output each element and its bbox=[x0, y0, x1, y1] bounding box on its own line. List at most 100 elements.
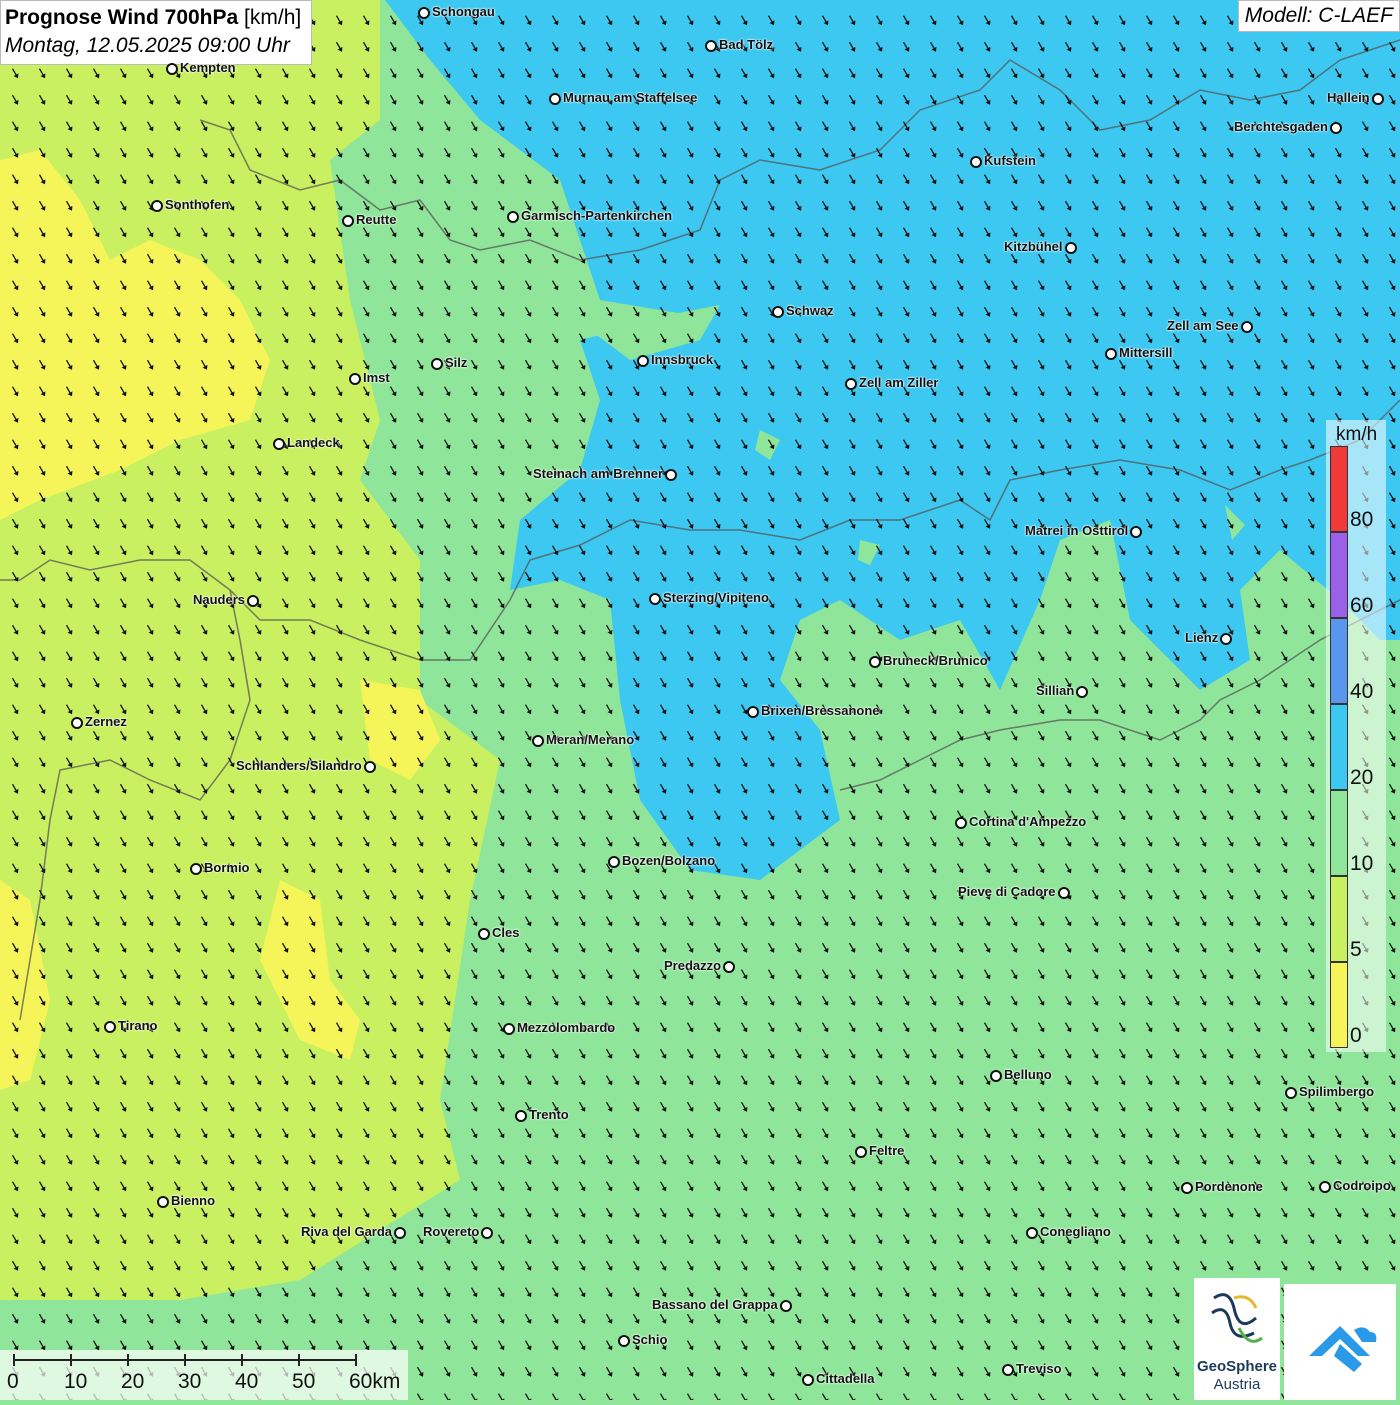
city-label: Imst bbox=[363, 370, 390, 385]
scale-bar: 0102030405060km bbox=[0, 1350, 408, 1400]
city-marker bbox=[970, 156, 982, 168]
city-marker bbox=[855, 1146, 867, 1158]
city-marker bbox=[515, 1110, 527, 1122]
city-marker bbox=[869, 656, 881, 668]
city-label: Bormio bbox=[204, 860, 250, 875]
city-label: Spilimbergo bbox=[1299, 1084, 1374, 1099]
legend-swatch bbox=[1330, 962, 1348, 1048]
city-marker bbox=[364, 761, 376, 773]
city-label: Kitzbühel bbox=[1004, 239, 1063, 254]
color-legend: km/h 0 5 10 20 40 60 80 bbox=[1326, 420, 1386, 1052]
legend-tick-label: 20 bbox=[1350, 766, 1373, 790]
city-label: Mittersill bbox=[1119, 345, 1172, 360]
city-marker bbox=[1319, 1181, 1331, 1193]
city-label: Meran/Merano bbox=[546, 732, 634, 747]
city-label: Codroipo bbox=[1333, 1178, 1391, 1193]
city-marker bbox=[71, 717, 83, 729]
map-title: Prognose Wind 700hPa [km/h] bbox=[5, 4, 301, 32]
map-subtitle: Montag, 12.05.2025 09:00 Uhr bbox=[5, 32, 301, 60]
city-marker bbox=[1065, 242, 1077, 254]
city-label: Sonthofen bbox=[165, 197, 229, 212]
city-label: Bassano del Grappa bbox=[652, 1297, 778, 1312]
legend-swatch bbox=[1330, 876, 1348, 962]
city-marker bbox=[349, 373, 361, 385]
city-marker bbox=[1372, 93, 1384, 105]
scale-label: 50 bbox=[292, 1370, 315, 1394]
legend-tick-label: 60 bbox=[1350, 594, 1373, 618]
legend-swatch bbox=[1330, 704, 1348, 790]
city-label: Mezzolombardo bbox=[517, 1020, 615, 1035]
scale-label: 40 bbox=[235, 1370, 258, 1394]
city-label: Pieve di Cadore bbox=[958, 884, 1056, 899]
city-label: Nauders bbox=[193, 592, 245, 607]
geosphere-name: GeoSphere bbox=[1194, 1358, 1280, 1375]
city-label: Sillian bbox=[1036, 683, 1074, 698]
city-label: Landeck bbox=[287, 435, 340, 450]
city-marker bbox=[190, 863, 202, 875]
city-label: Zernez bbox=[85, 714, 127, 729]
legend-swatch bbox=[1330, 532, 1348, 618]
city-label: Belluno bbox=[1004, 1067, 1052, 1082]
city-marker bbox=[955, 817, 967, 829]
city-marker bbox=[503, 1023, 515, 1035]
city-label: Schwaz bbox=[786, 303, 834, 318]
city-marker bbox=[1026, 1227, 1038, 1239]
legend-tick-label: 0 bbox=[1350, 1024, 1362, 1048]
city-label: Matrei in Osttirol bbox=[1025, 523, 1128, 538]
city-marker bbox=[478, 928, 490, 940]
city-label: Kufstein bbox=[984, 153, 1036, 168]
city-label: Zell am See bbox=[1167, 318, 1239, 333]
city-marker bbox=[418, 7, 430, 19]
city-marker bbox=[637, 355, 649, 367]
city-label: Conegliano bbox=[1040, 1224, 1111, 1239]
city-marker bbox=[1181, 1182, 1193, 1194]
city-label: Lienz bbox=[1185, 630, 1218, 645]
city-label: Murnau am Staffelsee bbox=[563, 90, 697, 105]
city-label: Treviso bbox=[1016, 1361, 1062, 1376]
city-label: Reutte bbox=[356, 212, 396, 227]
city-marker bbox=[705, 40, 717, 52]
city-marker bbox=[1285, 1087, 1297, 1099]
city-label: Schlanders/Silandro bbox=[236, 758, 362, 773]
legend-tick-label: 40 bbox=[1350, 680, 1373, 704]
city-label: Predazzo bbox=[664, 958, 721, 973]
city-marker bbox=[665, 469, 677, 481]
city-marker bbox=[608, 856, 620, 868]
city-label: Sterzing/Vipiteno bbox=[663, 590, 769, 605]
city-label: Schongau bbox=[432, 4, 495, 19]
city-marker bbox=[649, 593, 661, 605]
city-label: Cortina d'Ampezzo bbox=[969, 814, 1086, 829]
city-label: Trento bbox=[529, 1107, 569, 1122]
legend-tick-label: 10 bbox=[1350, 852, 1373, 876]
city-label: Tirano bbox=[118, 1018, 158, 1033]
city-marker bbox=[273, 438, 285, 450]
city-label: Bienno bbox=[171, 1193, 215, 1208]
city-label: Innsbruck bbox=[651, 352, 713, 367]
city-label: Cles bbox=[492, 925, 519, 940]
city-label: Hallein bbox=[1327, 90, 1370, 105]
legend-unit: km/h bbox=[1336, 424, 1377, 446]
city-marker bbox=[1241, 321, 1253, 333]
city-marker bbox=[166, 63, 178, 75]
legend-tick-label: 5 bbox=[1350, 938, 1362, 962]
city-marker bbox=[845, 378, 857, 390]
city-marker bbox=[618, 1335, 630, 1347]
city-label: Bozen/Bolzano bbox=[622, 853, 715, 868]
city-marker bbox=[549, 93, 561, 105]
city-marker bbox=[507, 211, 519, 223]
city-label: Berchtesgaden bbox=[1234, 119, 1328, 134]
city-marker bbox=[1076, 686, 1088, 698]
city-label: Rovereto bbox=[423, 1224, 479, 1239]
city-marker bbox=[747, 706, 759, 718]
city-marker bbox=[481, 1227, 493, 1239]
city-marker bbox=[772, 306, 784, 318]
legend-tick-label: 80 bbox=[1350, 508, 1373, 532]
city-marker bbox=[780, 1300, 792, 1312]
geosphere-logo: GeoSphere Austria bbox=[1194, 1278, 1280, 1400]
city-marker bbox=[431, 358, 443, 370]
city-marker bbox=[394, 1227, 406, 1239]
city-marker bbox=[1002, 1364, 1014, 1376]
city-label: Schio bbox=[632, 1332, 667, 1347]
city-marker bbox=[1105, 348, 1117, 360]
city-marker bbox=[247, 595, 259, 607]
